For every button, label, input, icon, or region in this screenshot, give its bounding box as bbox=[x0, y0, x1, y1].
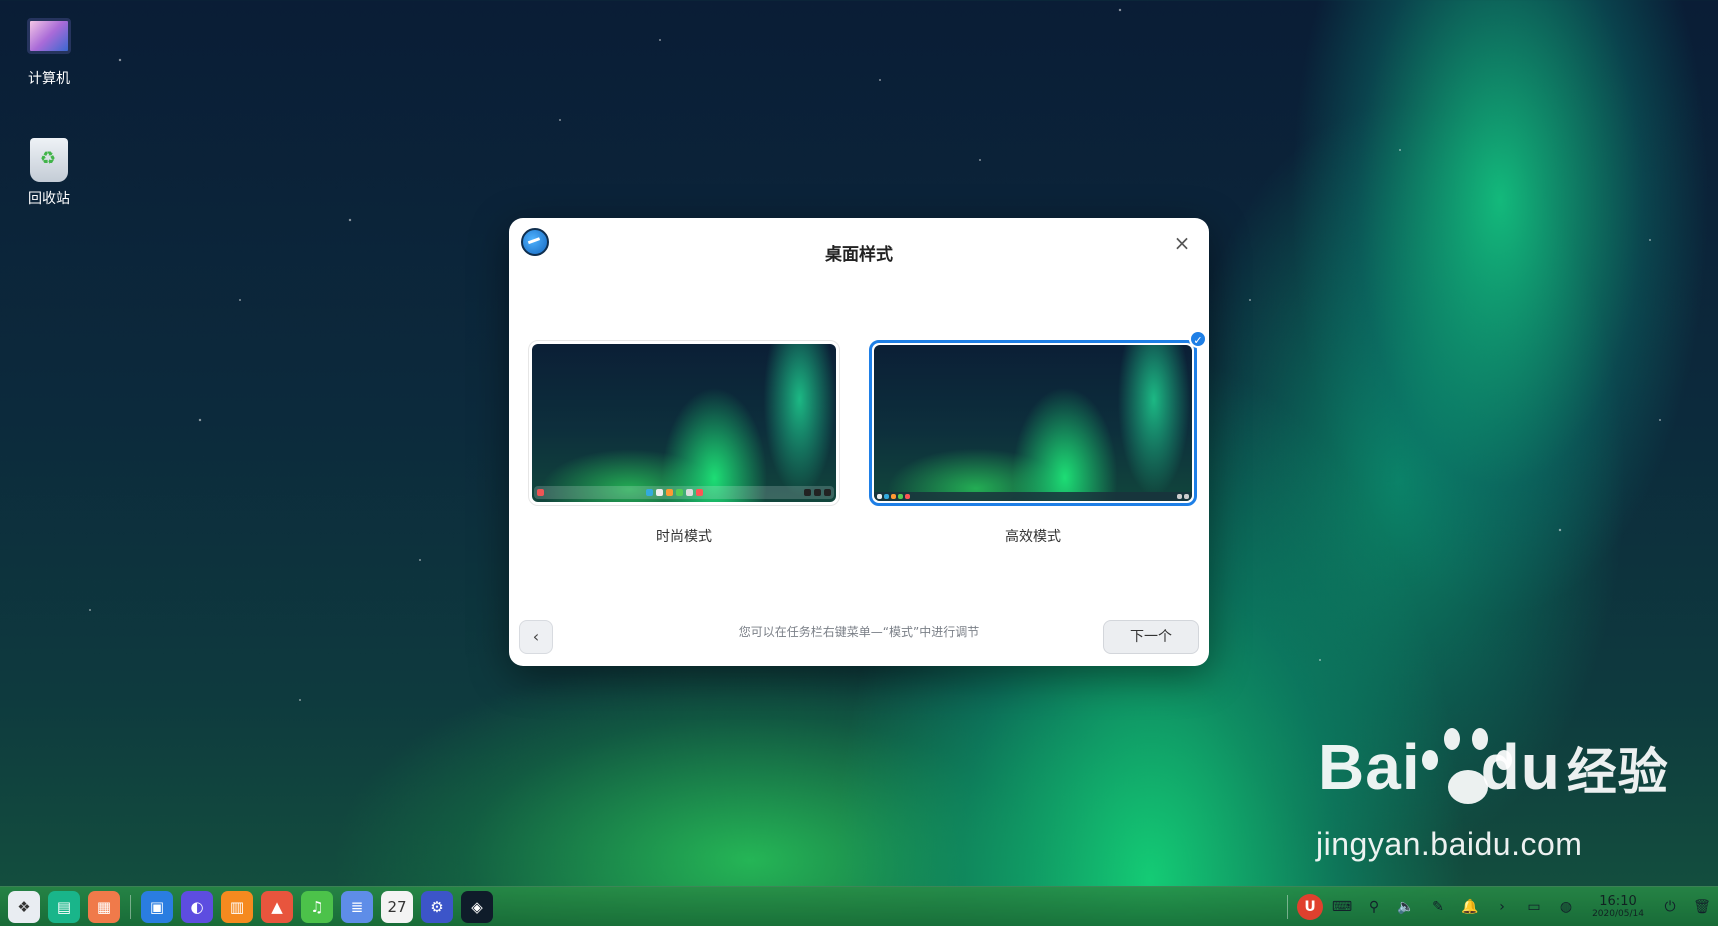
mini-dock bbox=[874, 492, 1192, 501]
efficient-mode-option[interactable] bbox=[869, 340, 1197, 506]
efficient-mode-preview bbox=[874, 345, 1192, 501]
fashion-mode-option[interactable] bbox=[528, 340, 840, 506]
clock[interactable]: 16:10 2020/05/14 bbox=[1586, 893, 1650, 920]
close-button[interactable]: × bbox=[1169, 230, 1195, 256]
multitask-view-icon[interactable]: ▤ bbox=[48, 890, 80, 923]
baidu-paw-icon bbox=[1418, 722, 1516, 812]
tray-icons: U ⌨ ⚲ 🔈 ✎ 🔔 › ▭ ◍ bbox=[1294, 894, 1582, 920]
notification-icon[interactable]: 🔔 bbox=[1457, 894, 1483, 920]
watermark-brand-left: Bai bbox=[1318, 731, 1421, 803]
browser-icon[interactable]: ◐ bbox=[181, 890, 213, 923]
usb-icon[interactable]: ⚲ bbox=[1361, 894, 1387, 920]
document-viewer-icon[interactable]: ≣ bbox=[341, 890, 373, 923]
fashion-mode-preview bbox=[532, 344, 836, 502]
baidu-watermark: Bai du 经验 jingyan.baidu.com bbox=[1316, 728, 1669, 862]
fashion-mode-label: 时尚模式 bbox=[656, 529, 712, 545]
desktop-style-dialog: 桌面样式 × 时尚模式 ✓ 高效模式 ‹ 您可以在任务栏右键菜单—“模式”中进行… bbox=[509, 218, 1209, 666]
dialog-title: 桌面样式 bbox=[825, 245, 893, 265]
input-method-icon[interactable]: ▭ bbox=[1521, 894, 1547, 920]
music-icon[interactable]: ♫ bbox=[301, 890, 333, 923]
tray-trash-icon[interactable]: 🗑 bbox=[1689, 894, 1715, 920]
power-icon[interactable]: ⏻ bbox=[1657, 894, 1683, 920]
chevron-right-icon[interactable]: › bbox=[1489, 894, 1515, 920]
desktop-icon-trash[interactable]: 回收站 bbox=[6, 138, 92, 208]
clock-date: 2020/05/14 bbox=[1592, 908, 1644, 919]
watermark-brand-cn: 经验 bbox=[1566, 744, 1669, 800]
efficient-mode-label: 高效模式 bbox=[1005, 529, 1061, 545]
calendar-icon[interactable]: 27 bbox=[381, 890, 413, 923]
keyboard-icon[interactable]: ⌨ bbox=[1329, 894, 1355, 920]
taskbar: ❖ ▤ ▦ ▣ ◐ ▥ ▲ ♫ ≣ 27 ⚙ ◈ U ⌨ ⚲ 🔈 ✎ 🔔 › ▭ ◍ 16:10 2020/05/14… bbox=[0, 886, 1718, 926]
desktop-icon-label: 计算机 bbox=[28, 71, 70, 87]
antivirus-icon[interactable]: U bbox=[1297, 894, 1323, 920]
workspace-icon[interactable]: ▦ bbox=[88, 890, 120, 923]
computer-icon bbox=[27, 18, 71, 54]
launcher-icon[interactable]: ❖ bbox=[8, 890, 40, 923]
tray-divider bbox=[1287, 895, 1288, 919]
clock-time: 16:10 bbox=[1599, 893, 1637, 909]
volume-icon[interactable]: 🔈 bbox=[1393, 894, 1419, 920]
welcome-app-icon[interactable]: ◈ bbox=[461, 890, 493, 923]
image-viewer-icon[interactable]: ▲ bbox=[261, 890, 293, 923]
pen-icon[interactable]: ✎ bbox=[1425, 894, 1451, 920]
taskbar-apps: ❖ ▤ ▦ ▣ ◐ ▥ ▲ ♫ ≣ 27 ⚙ ◈ bbox=[0, 890, 497, 923]
app-store-icon[interactable]: ▥ bbox=[221, 890, 253, 923]
desktop-icon-label: 回收站 bbox=[28, 191, 70, 207]
settings-icon[interactable]: ⚙ bbox=[421, 890, 453, 923]
selected-check-icon: ✓ bbox=[1189, 330, 1207, 348]
watermark-url: jingyan.baidu.com bbox=[1316, 826, 1583, 862]
system-tray: U ⌨ ⚲ 🔈 ✎ 🔔 › ▭ ◍ 16:10 2020/05/14 ⏻ 🗑 bbox=[1281, 887, 1718, 926]
mini-dock bbox=[534, 486, 834, 499]
network-icon[interactable]: ◍ bbox=[1553, 894, 1579, 920]
desktop-icon-computer[interactable]: 计算机 bbox=[6, 14, 92, 88]
next-button[interactable]: 下一个 bbox=[1103, 620, 1199, 654]
taskbar-divider bbox=[130, 894, 131, 919]
trash-icon bbox=[30, 138, 68, 182]
file-manager-icon[interactable]: ▣ bbox=[141, 890, 173, 923]
